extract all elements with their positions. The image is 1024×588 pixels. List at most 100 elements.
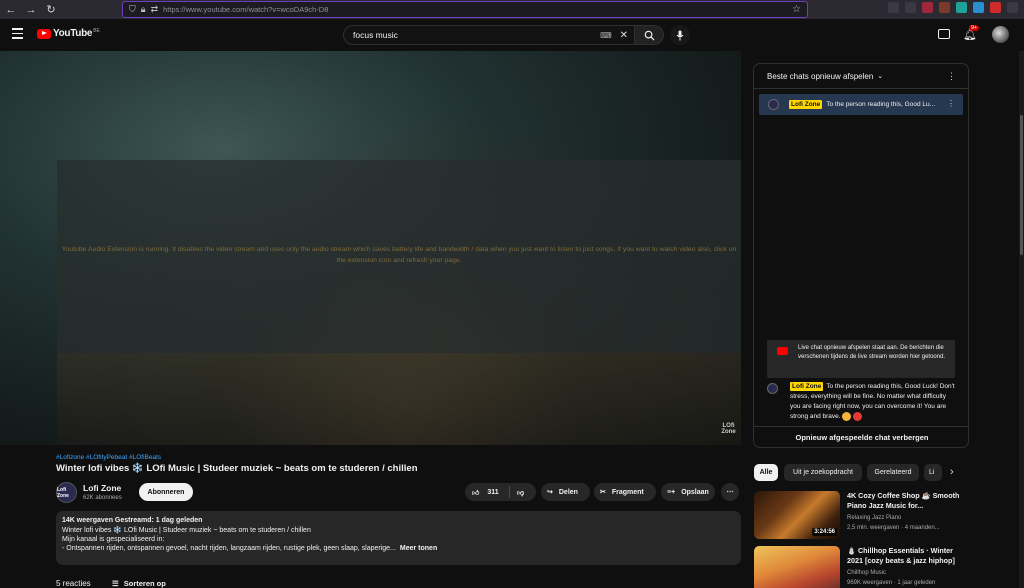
description-line: - Ontspannen rijden, ontspannen gevoel, … — [62, 545, 438, 552]
address-bar[interactable]: ⛉ 🔒︎ ⇄ https://www.youtube.com/watch?v=w… — [122, 1, 808, 18]
extension-message: Youtube Audio Extension is running. It d… — [61, 246, 737, 264]
download-icon[interactable] — [905, 2, 916, 13]
extension-icon[interactable] — [939, 2, 950, 13]
hamburger-menu-icon[interactable] — [12, 28, 23, 40]
save-button[interactable]: ≡+ Opslaan — [661, 483, 715, 501]
pinned-message[interactable]: Lofi Zone To the person reading this, Go… — [759, 94, 963, 115]
description-line: Winter lofi vibes ❄️ LOfi Music | Studee… — [62, 527, 311, 534]
description-box[interactable]: 14K weergaven Gestreamd: 1 dag geleden W… — [56, 511, 741, 565]
bookmark-star-icon[interactable]: ☆ — [792, 4, 801, 15]
subscribe-button[interactable]: Abonneren — [139, 483, 193, 501]
search-button[interactable] — [634, 25, 664, 45]
like-button[interactable]: 👍︎ 311 — [465, 486, 510, 498]
clip-button[interactable]: ✂ Fragment — [594, 483, 656, 501]
subscriber-count: 62K abonnees — [83, 495, 122, 501]
filter-chip-more[interactable]: Li — [924, 464, 942, 481]
video-hashtags[interactable]: #Lofizone #LOfityPebeat #LOfiBeats — [56, 454, 161, 461]
recommended-video-stats: 2,5 mln. weergaven · 4 maanden... — [847, 525, 940, 531]
author-name-badge: Lofi Zone — [790, 382, 824, 391]
author-name-badge: Lofi Zone — [789, 100, 823, 109]
recommended-video-title[interactable]: 4K Cozy Coffee Shop ☕ Smooth Piano Jazz … — [847, 491, 962, 511]
chat-message: Lofi Zone To the person reading this, Goo… — [767, 382, 957, 422]
search-icon — [644, 30, 655, 41]
shield-icon: ⛉ — [129, 4, 136, 14]
scissors-icon: ✂ — [600, 489, 606, 496]
filter-chip-all[interactable]: Alle — [754, 464, 778, 481]
pinned-menu-icon[interactable]: ⋮ — [947, 99, 955, 108]
video-thumbnail[interactable] — [754, 546, 840, 588]
video-duration: 3:24:56 — [812, 528, 837, 536]
hide-chat-button[interactable]: Opnieuw afgespeelde chat verbergen — [754, 426, 968, 447]
filter-chip-related[interactable]: Gerelateerd — [867, 464, 919, 481]
chat-mode-dropdown[interactable]: Beste chats opnieuw afspelen — [767, 72, 873, 81]
channel-avatar[interactable]: Lofi Zone — [56, 482, 77, 503]
like-dislike-group: 👍︎ 311 👎︎ — [465, 483, 536, 501]
add-to-playlist-icon: ≡+ — [667, 488, 676, 496]
microphone-icon — [676, 30, 684, 40]
youtube-audio-extension-icon[interactable] — [990, 2, 1001, 13]
share-arrow-icon: ↪ — [547, 489, 553, 496]
search-query[interactable]: focus music — [353, 30, 600, 40]
chat-menu-icon[interactable]: ⋮ — [947, 71, 956, 82]
clear-search-icon[interactable]: ✕ — [620, 30, 628, 41]
show-more-link[interactable]: Meer tonen — [400, 545, 437, 552]
permissions-icon[interactable]: ⇄ — [151, 4, 159, 15]
recommended-video[interactable]: ⛄ Chillhop Essentials · Winter 2021 [coz… — [754, 546, 964, 588]
create-video-icon[interactable] — [938, 29, 950, 39]
chevron-down-icon[interactable]: ⌄ — [877, 72, 883, 80]
chevron-right-icon[interactable]: › — [950, 466, 954, 478]
youtube-logo[interactable]: YouTube BE — [37, 28, 100, 39]
url-text[interactable]: https://www.youtube.com/watch?v=wcoDA9ch… — [163, 5, 328, 14]
extension-icon[interactable] — [973, 2, 984, 13]
reload-icon[interactable]: ↻ — [42, 1, 60, 19]
replay-notice: Live chat opnieuw afspelen staat aan. De… — [767, 340, 955, 378]
like-count: 311 — [487, 488, 499, 496]
view-count-and-date: 14K weergaven Gestreamd: 1 dag geleden — [62, 517, 203, 524]
extension-icon[interactable] — [922, 2, 933, 13]
pinned-message-text: To the person reading this, Good Lu... — [826, 101, 936, 108]
author-avatar — [768, 99, 779, 110]
recommended-video-channel[interactable]: Relaxing Jazz Piano — [847, 515, 901, 521]
recommended-video-channel[interactable]: Chillhop Music — [847, 570, 886, 576]
sort-comments-button[interactable]: ☰ Sorteren op — [112, 579, 166, 588]
thumbs-up-icon: 👍︎ — [472, 489, 480, 497]
video-thumbnail[interactable]: 3:24:56 — [754, 491, 840, 539]
more-actions-button[interactable]: ⋯ — [721, 483, 739, 501]
page-scrollbar[interactable] — [1019, 51, 1024, 588]
extension-icons — [888, 2, 1018, 13]
recommended-video-stats: 969K weergaven · 1 jaar geleden — [847, 580, 936, 586]
keyboard-icon[interactable]: ⌨ — [600, 31, 612, 40]
dislike-button[interactable]: 👎︎ — [510, 488, 524, 497]
video-title: Winter lofi vibes ❄️ LOfi Music | Studee… — [56, 463, 418, 474]
forward-icon[interactable]: → — [22, 1, 40, 19]
recommended-video[interactable]: 3:24:56 4K Cozy Coffee Shop ☕ Smooth Pia… — [754, 491, 964, 543]
description-line: Mijn kanaal is gespecialiseerd in: — [62, 536, 165, 543]
extension-icon[interactable] — [956, 2, 967, 13]
sort-icon: ☰ — [112, 579, 119, 588]
youtube-icon — [777, 347, 788, 355]
video-player[interactable]: Youtube Audio Extension is running. It d… — [0, 51, 741, 445]
channel-watermark[interactable]: LOfi Zone — [716, 423, 741, 435]
author-avatar — [767, 383, 778, 394]
voice-search-button[interactable] — [670, 25, 690, 45]
channel-name[interactable]: Lofi Zone — [83, 483, 121, 493]
video-frame-bottom — [57, 353, 741, 445]
lock-icon: 🔒︎ — [140, 4, 146, 14]
browser-toolbar: ← → ↻ ⛉ 🔒︎ ⇄ https://www.youtube.com/wat… — [0, 0, 1024, 19]
menu-icon[interactable] — [1007, 2, 1018, 13]
notification-count-badge: 9+ — [969, 25, 980, 31]
heart-emoji-icon — [853, 412, 863, 421]
search-input[interactable]: focus music ⌨ ✕ — [343, 25, 635, 45]
smiling-face-emoji-icon — [842, 412, 852, 421]
back-icon[interactable]: ← — [2, 1, 20, 19]
masthead: YouTube BE focus music ⌨ ✕ 🔔︎ 9+ — [0, 19, 1024, 51]
recommended-video-title[interactable]: ⛄ Chillhop Essentials · Winter 2021 [coz… — [847, 546, 962, 566]
scrollbar-thumb[interactable] — [1020, 115, 1023, 255]
share-button[interactable]: ↪ Delen — [541, 483, 590, 501]
comment-count: 5 reacties — [56, 579, 91, 588]
pocket-icon[interactable] — [888, 2, 899, 13]
youtube-play-icon — [37, 28, 51, 39]
filter-chip-from-search[interactable]: Uit je zoekopdracht — [784, 464, 862, 481]
chat-header: Beste chats opnieuw afspelen ⌄ ⋮ — [754, 64, 968, 89]
account-avatar[interactable] — [992, 26, 1009, 43]
